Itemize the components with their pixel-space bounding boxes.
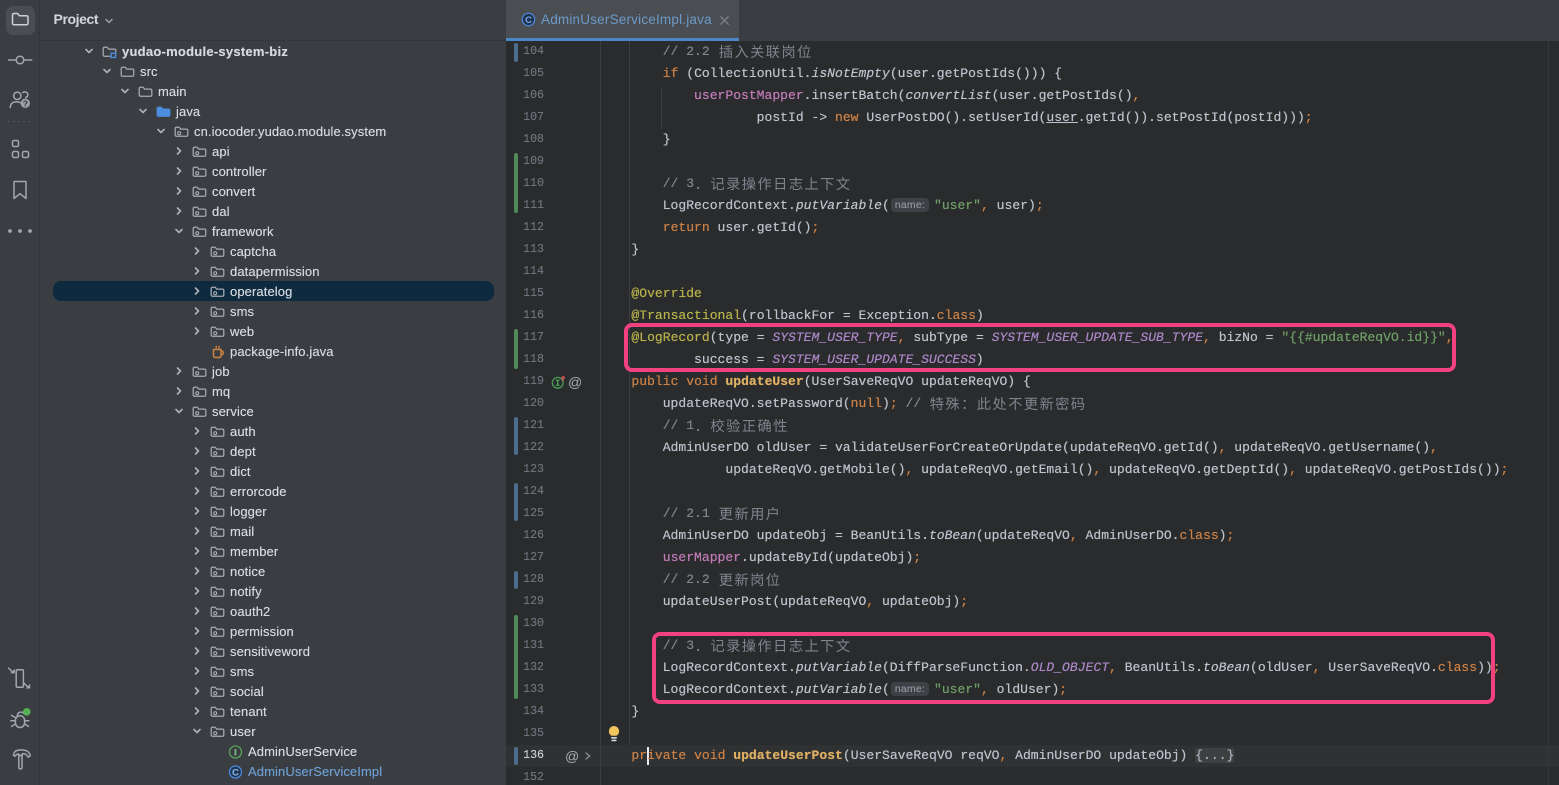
svg-text:?: ?	[23, 98, 28, 108]
svg-text:I: I	[234, 747, 237, 758]
svg-text:C: C	[232, 767, 239, 778]
svg-text:C: C	[525, 15, 532, 26]
